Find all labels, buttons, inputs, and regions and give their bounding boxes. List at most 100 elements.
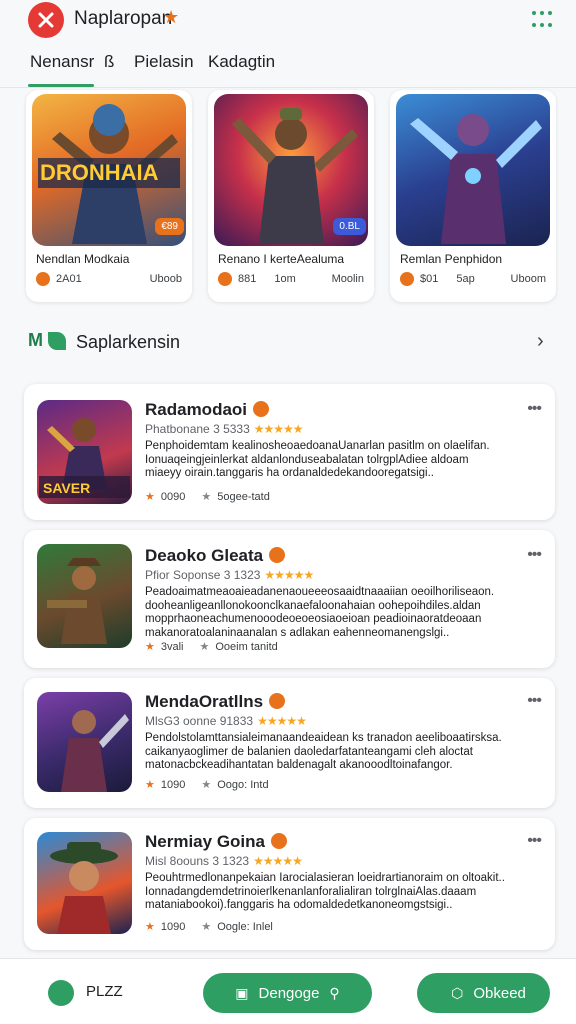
game-footer: ★ 1090 ★ Oogo: Intd: [145, 778, 269, 791]
game-subtitle: Misl 8oouns 3 1323 ★★★★★: [145, 854, 303, 868]
game-title-text: Radamodaoi: [145, 400, 248, 419]
game-thumbnail: [37, 832, 132, 934]
rating-stars: ★★★★★: [264, 568, 314, 582]
tab-nenansr[interactable]: Nenansr: [30, 52, 94, 72]
star-icon: ★: [145, 641, 155, 653]
subtitle-text: MlsG3 oonne 91833: [145, 714, 254, 728]
app-title: Naplaropan: [74, 8, 173, 29]
stat-rating: 881: [238, 273, 257, 285]
game-name: Renano I kerteAealuma: [218, 252, 345, 266]
price-badge: €89: [155, 218, 184, 235]
more-options-icon[interactable]: •••: [527, 832, 542, 850]
footer-tag: Oogle: Inlel: [217, 921, 273, 933]
section-title: Saplarkensin: [76, 332, 181, 352]
footer-stat: 3vali: [160, 641, 184, 653]
star-icon: ★: [145, 921, 155, 933]
footer-tag: Ooeim tanitd: [215, 641, 278, 653]
bottom-bar: PLZZ ▣ Dengoge ⚲ ⬡ Obkeed: [0, 958, 576, 1024]
featured-card[interactable]: 0.BL Renano I kerteAealuma 881 1om Mooli…: [208, 90, 374, 302]
featured-card[interactable]: Remlan Penphidon $01 5ap Uboom: [390, 90, 556, 302]
verified-icon: [269, 547, 286, 563]
game-title-text: Nermiay Goina: [145, 832, 265, 851]
stat-rating: $01: [420, 273, 439, 285]
game-thumbnail: [37, 544, 132, 648]
more-options-icon[interactable]: •••: [527, 400, 542, 418]
game-name: Remlan Penphidon: [400, 252, 503, 266]
game-footer: ★ 0090 ★ 5ogee-tatd: [145, 490, 270, 503]
game-art: [396, 94, 550, 246]
stat-downloads: Uboob: [149, 273, 182, 285]
chat-label[interactable]: PLZZ: [86, 983, 123, 1000]
leaf-icon: [48, 332, 66, 350]
featured-card[interactable]: DRONHAIA €89 Nendlan Modkaia 2A01 Uboob: [26, 90, 192, 302]
verified-icon: [253, 401, 270, 417]
star-icon: ★: [201, 779, 212, 791]
footer-stat: 0090: [160, 491, 186, 503]
game-thumbnail: SAVER: [37, 400, 132, 504]
rating-stars: ★★★★★: [253, 422, 304, 436]
game-title: Nermiay Goina: [145, 832, 287, 852]
divider: [0, 87, 576, 88]
chat-icon[interactable]: [48, 980, 74, 1006]
person-icon: ⚲: [329, 984, 340, 1001]
star-icon: ★: [201, 491, 212, 503]
game-thumbnail: [37, 692, 132, 792]
star-icon: ★: [145, 491, 155, 503]
footer-stat: 1090: [160, 779, 186, 791]
game-footer: ★ 3vali ★ Ooeim tanitd: [145, 640, 278, 653]
star-icon: ★: [163, 7, 180, 27]
subtitle-text: Phatbonane 3 5333: [145, 422, 250, 436]
verified-icon: [269, 693, 286, 709]
footer-stat: 1090: [160, 921, 186, 933]
game-subtitle: MlsG3 oonne 91833 ★★★★★: [145, 714, 307, 728]
list-item[interactable]: Deaoko Gleata ••• Pfior Soponse 3 1323 ★★…: [24, 530, 555, 668]
more-options-icon[interactable]: •••: [527, 546, 542, 564]
tab-kadagtin[interactable]: Kadagtin: [208, 52, 275, 72]
stat-downloads: Uboom: [510, 273, 546, 285]
stat-size: 1om: [274, 273, 296, 285]
stat-rating: 2A01: [56, 273, 82, 285]
section-icon: M: [28, 330, 43, 350]
game-title-text: MendaOratllns: [145, 692, 264, 711]
secondary-button[interactable]: ⬡ Obkeed: [417, 973, 550, 1013]
stat-size: 5ap: [456, 273, 475, 285]
secondary-button-label: Obkeed: [473, 984, 526, 1002]
verified-icon: [271, 833, 287, 849]
game-title: Radamodaoi: [145, 400, 270, 420]
primary-button[interactable]: ▣ Dengoge ⚲: [203, 973, 372, 1013]
primary-button-label: Dengoge: [258, 984, 320, 1002]
rating-stars: ★★★★★: [257, 714, 307, 728]
tag-icon: ⬡: [451, 984, 464, 1001]
rating-stars: ★★★★★: [253, 854, 303, 868]
price-badge: 0.BL: [333, 218, 366, 235]
game-description: Pendolstolamttansialeimanaandeaidean ks …: [145, 732, 502, 771]
heart-icon: [36, 272, 50, 286]
more-options-icon[interactable]: •••: [527, 692, 542, 710]
game-title: Deaoko Gleata: [145, 546, 286, 566]
game-meta: 2A01 Uboob: [36, 272, 186, 286]
star-icon: ★: [145, 779, 155, 791]
tab-icon[interactable]: ß: [104, 52, 114, 72]
app-logo[interactable]: [28, 2, 64, 38]
list-item[interactable]: SAVER Radamodaoi ••• Phatbonane 3 5333 ★★…: [24, 384, 555, 520]
game-meta: 881 1om Moolin: [218, 272, 368, 286]
game-meta: $01 5ap Uboom: [400, 272, 550, 286]
game-description: Penphoidemtam kealinosheoaedoanaUanarlan…: [145, 440, 490, 479]
chevron-right-icon[interactable]: ›: [537, 330, 544, 353]
list-item[interactable]: MendaOratllns ••• MlsG3 oonne 91833 ★★★★★…: [24, 678, 555, 808]
list-item[interactable]: Nermiay Goina ••• Misl 8oouns 3 1323 ★★★★…: [24, 818, 555, 950]
subtitle-text: Pfior Soponse 3 1323: [145, 568, 261, 582]
tab-bar: Nenansr ß Pielasin Kadagtin: [0, 48, 576, 88]
heart-icon: [218, 272, 232, 286]
game-subtitle: Phatbonane 3 5333 ★★★★★: [145, 422, 304, 436]
bookmark-icon: ▣: [235, 984, 249, 1001]
tab-pielasin[interactable]: Pielasin: [134, 52, 194, 72]
game-title: MendaOratllns: [145, 692, 286, 712]
game-subtitle: Pfior Soponse 3 1323 ★★★★★: [145, 568, 314, 582]
game-description: Peadoaimatmeaoaieadanenaoueeeosaaidtnaaa…: [145, 586, 495, 639]
stat-downloads: Moolin: [331, 273, 364, 285]
grid-icon[interactable]: [532, 11, 552, 31]
game-description: Peouhtrmedlonanpekaian Iarocialasieran l…: [145, 872, 505, 911]
subtitle-text: Misl 8oouns 3 1323: [145, 854, 250, 868]
footer-tag: Oogo: Intd: [217, 779, 269, 791]
